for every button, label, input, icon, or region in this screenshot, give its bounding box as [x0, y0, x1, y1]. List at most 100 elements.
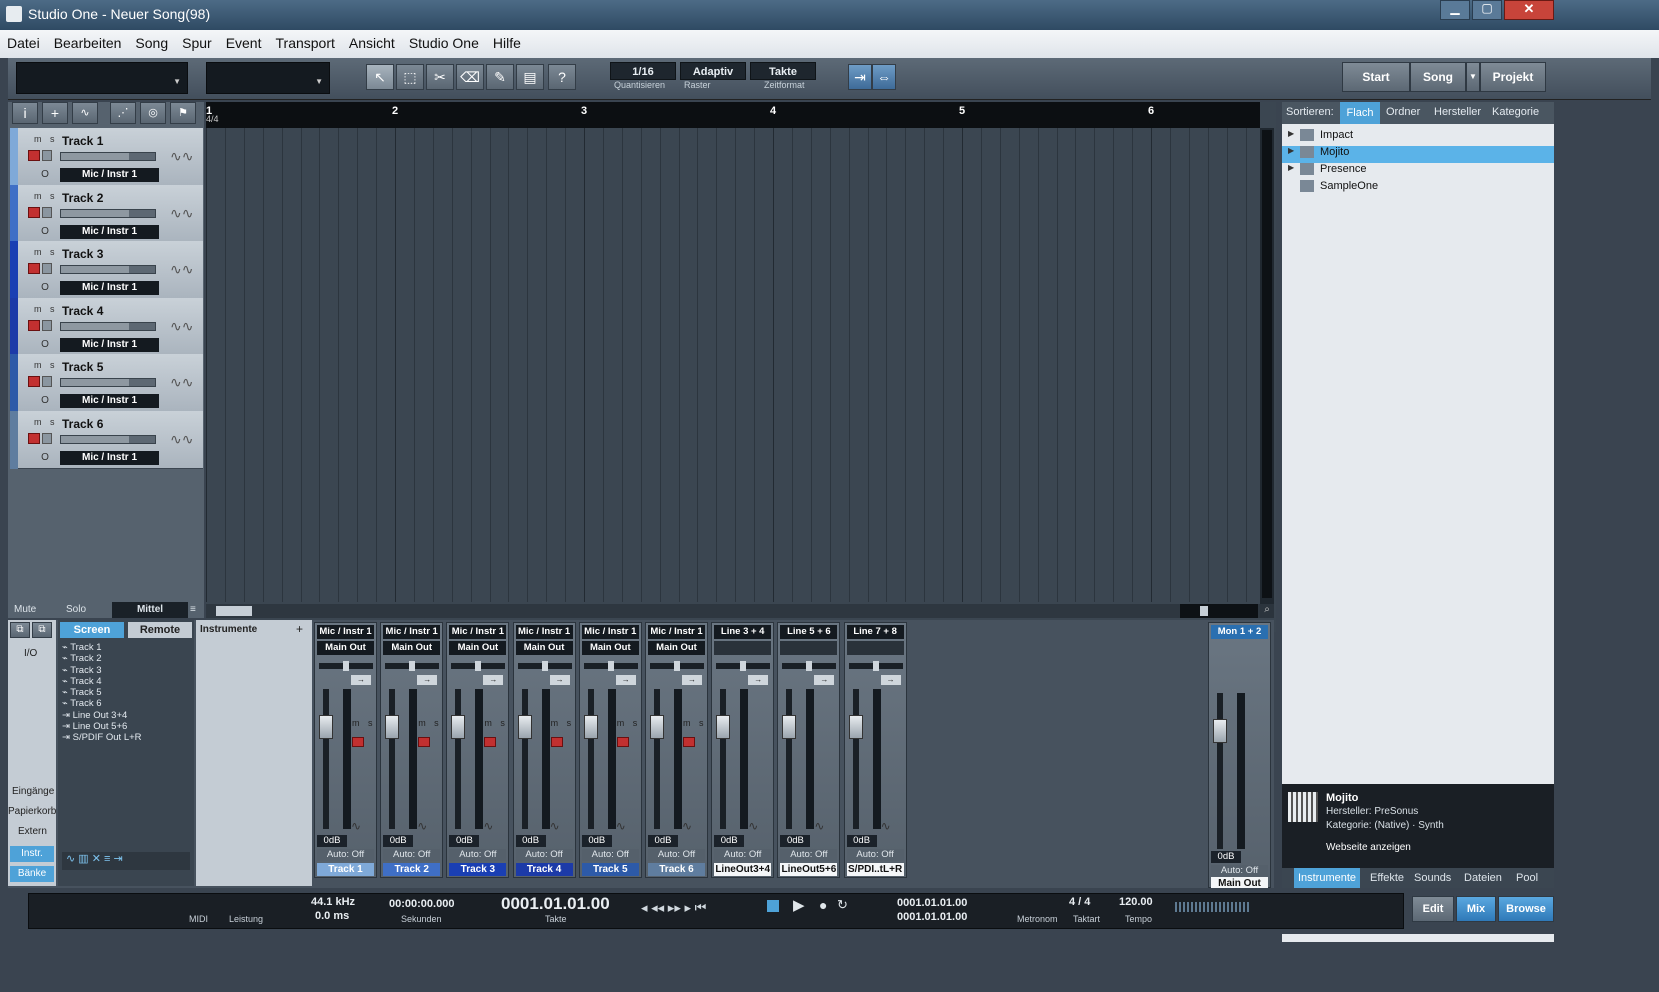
automation-mode[interactable]: Auto: Off	[515, 849, 573, 861]
record-arm-button[interactable]	[28, 150, 40, 161]
monitor-button[interactable]	[42, 150, 52, 161]
record-arm-button[interactable]	[352, 737, 364, 747]
route-icon[interactable]: →	[682, 675, 702, 685]
minimize-button[interactable]: ▁	[1440, 0, 1470, 20]
bank-list-item[interactable]: ⌁ Track 6	[62, 698, 190, 709]
channel-name[interactable]: S/PDI..tL+R	[846, 863, 904, 876]
screen-tab[interactable]: Screen	[60, 622, 124, 638]
follow-icon[interactable]: ⇥	[848, 64, 872, 90]
automation-mode[interactable]: Auto: Off	[581, 849, 639, 861]
volume-fader[interactable]	[587, 689, 594, 829]
channel-output[interactable]: Main Out	[648, 641, 705, 655]
volume-fader[interactable]	[654, 689, 660, 829]
menu-studio-one[interactable]: Studio One	[402, 30, 486, 51]
tab-dateien[interactable]: Dateien	[1464, 872, 1502, 884]
mute-solo-buttons[interactable]: m s	[34, 417, 58, 427]
fader-knob[interactable]	[848, 715, 863, 739]
volume-fader[interactable]	[455, 689, 462, 829]
channel-name[interactable]: Track 3	[449, 863, 507, 876]
main-level[interactable]: 0dB	[1211, 851, 1241, 863]
channel-name[interactable]: Track 1	[317, 863, 374, 876]
scroll-thumb[interactable]	[216, 606, 252, 616]
edit-view-button[interactable]: Edit	[1412, 896, 1454, 922]
bank-list-item[interactable]: ⌁ Track 3	[62, 665, 190, 676]
snap-icon[interactable]: ⇔	[872, 64, 896, 90]
song-button[interactable]: Song	[1410, 62, 1466, 92]
track-header[interactable]: m s Track 6 ∿∿ O Mic / Instr 1	[10, 411, 203, 469]
window-icon[interactable]: ⧉	[10, 622, 30, 638]
zoom-icon[interactable]: ⌕	[1260, 604, 1274, 618]
mute-solo-buttons[interactable]: m s	[418, 718, 442, 728]
channel-input[interactable]: Mic / Instr 1	[515, 625, 573, 639]
start-button[interactable]: Start	[1342, 62, 1410, 92]
mute-solo-buttons[interactable]: m s	[34, 191, 58, 201]
menu-hilfe[interactable]: Hilfe	[486, 30, 528, 51]
time-bars[interactable]: 0001.01.01.00	[501, 894, 610, 914]
record-arm-button[interactable]	[616, 737, 629, 747]
channel-output[interactable]: Main Out	[317, 641, 374, 655]
tempo[interactable]: 120.00	[1119, 896, 1153, 908]
eraser-tool-icon[interactable]: ⌫	[456, 64, 484, 90]
time-signature[interactable]: 4 / 4	[1069, 896, 1090, 908]
stop-button[interactable]	[767, 900, 779, 912]
bank-list-item[interactable]: ⌁ Track 5	[62, 687, 190, 698]
track-input[interactable]: Mic / Instr 1	[60, 337, 159, 352]
menu-ansicht[interactable]: Ansicht	[342, 30, 402, 51]
pan-slider[interactable]	[517, 661, 572, 671]
mute-solo-buttons[interactable]: m s	[34, 247, 58, 257]
pan-slider[interactable]	[319, 661, 373, 671]
grid-value[interactable]: Adaptiv	[680, 62, 746, 80]
tab-instrumente[interactable]: Instrumente	[1294, 868, 1360, 888]
track-input[interactable]: Mic / Instr 1	[60, 394, 159, 409]
volume-slider[interactable]	[60, 265, 156, 275]
fader-knob[interactable]	[451, 715, 466, 739]
track-header[interactable]: m s Track 1 ∿∿ O Mic / Instr 1	[10, 128, 203, 186]
timeline-ruler[interactable]: 4/4 1 2 3 4 5 6	[206, 102, 1260, 128]
track-input[interactable]: Mic / Instr 1	[60, 168, 159, 182]
channel-level[interactable]: 0dB	[648, 835, 678, 847]
sort-tab-hersteller[interactable]: Hersteller	[1434, 106, 1481, 118]
volume-fader[interactable]	[720, 689, 727, 829]
channel-output[interactable]	[846, 641, 904, 655]
route-icon[interactable]: →	[615, 675, 636, 685]
bank-list-item[interactable]: ⌁ Track 4	[62, 676, 190, 687]
volume-slider[interactable]	[60, 321, 156, 331]
website-link[interactable]: Webseite anzeigen	[1326, 842, 1411, 853]
route-icon[interactable]: →	[814, 675, 835, 685]
automation-mode[interactable]: Auto: Off	[383, 849, 441, 861]
bank-list-item[interactable]: ⇥ Line Out 5+6	[62, 721, 190, 732]
record-arm-button[interactable]	[550, 737, 563, 747]
channel-name[interactable]: Track 5	[581, 863, 639, 876]
route-icon[interactable]: →	[748, 675, 769, 685]
tab-effekte[interactable]: Effekte	[1370, 872, 1404, 884]
flag-icon[interactable]: ⚑	[170, 102, 196, 124]
channel-output[interactable]: Main Out	[383, 641, 441, 655]
channel-input[interactable]: Mic / Instr 1	[648, 625, 705, 639]
route-icon[interactable]: →	[351, 675, 371, 685]
quantize-label[interactable]: Quantisieren	[614, 80, 665, 90]
monitor-button[interactable]	[42, 376, 52, 388]
route-icon[interactable]: →	[483, 675, 504, 685]
menu-song[interactable]: Song	[128, 30, 175, 51]
bank-list-item[interactable]: ⌁ Track 2	[62, 653, 190, 664]
mix-view-button[interactable]: Mix	[1456, 896, 1496, 922]
channel-output[interactable]: Main Out	[449, 641, 507, 655]
remote-tab[interactable]: Remote	[128, 622, 192, 638]
mute-solo-buttons[interactable]: m s	[34, 304, 58, 314]
main-fader[interactable]	[1217, 693, 1223, 849]
automation-mode[interactable]: Auto: Off	[780, 849, 838, 861]
record-arm-button[interactable]	[28, 206, 40, 218]
track-name[interactable]: Track 6	[62, 417, 103, 431]
song-dropdown-icon[interactable]: ▼	[1466, 62, 1480, 92]
io-button[interactable]: I/O	[24, 648, 37, 659]
close-button[interactable]: ✕	[1504, 0, 1554, 20]
fader-knob[interactable]	[583, 715, 598, 739]
channel-input[interactable]: Mic / Instr 1	[581, 625, 639, 639]
pan-slider[interactable]	[848, 661, 903, 671]
channel-input[interactable]: Mic / Instr 1	[449, 625, 507, 639]
channel-name[interactable]: Track 6	[648, 863, 705, 876]
arrow-tool-icon[interactable]: ↖	[366, 64, 394, 90]
main-input[interactable]: Mon 1 + 2	[1211, 625, 1268, 639]
channel-output[interactable]: Main Out	[581, 641, 639, 655]
bank-list-item[interactable]: ⌁ Track 1	[62, 642, 190, 653]
